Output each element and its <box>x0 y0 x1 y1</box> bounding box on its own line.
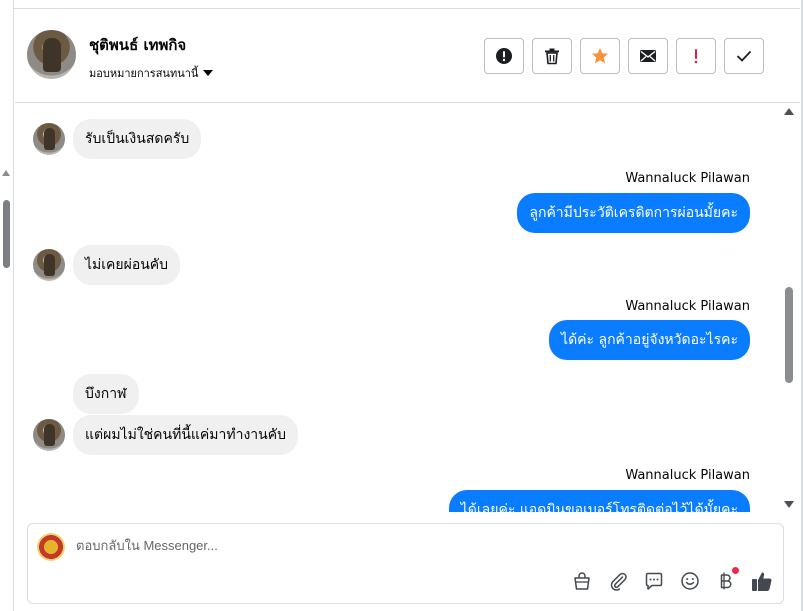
shopping-bag-icon[interactable] <box>571 570 593 592</box>
outgoing-message: ได้เลยค่ะ แอดมินขอเบอร์โทรติดต่อไว้ได้มั… <box>448 490 750 512</box>
message-bubble[interactable]: รับเป็นเงินสดครับ <box>73 119 202 159</box>
composer-toolbar <box>571 567 773 592</box>
paperclip-icon[interactable] <box>607 570 629 592</box>
message-bubble[interactable]: ลูกค้ามีประวัติเครดิตการผ่อนมั้ยคะ <box>517 193 750 233</box>
contact-avatar[interactable] <box>33 419 65 451</box>
notification-dot <box>732 567 739 574</box>
checkmark-icon <box>736 50 752 62</box>
mark-done-button[interactable] <box>724 38 764 74</box>
conversation-header: ชุติพนธ์ เทพกิจ มอบหมายการสนทนานี้ <box>15 9 800 103</box>
caret-down-icon <box>203 70 214 76</box>
incoming-message: รับเป็นเงินสดครับ <box>33 119 202 159</box>
assign-label: มอบหมายการสนทนานี้ <box>89 67 199 80</box>
page-avatar <box>37 533 65 561</box>
trash-icon <box>545 48 559 65</box>
contact-name[interactable]: ชุติพนธ์ เทพกิจ <box>89 33 186 57</box>
chat-scroll-up-arrow[interactable] <box>784 108 794 115</box>
chat-scroll-down-arrow[interactable] <box>784 501 794 508</box>
delete-button[interactable] <box>532 38 572 74</box>
star-icon <box>592 48 608 64</box>
message-bubble[interactable]: ได้เลยค่ะ แอดมินขอเบอร์โทรติดต่อไว้ได้มั… <box>448 490 750 512</box>
message-thread[interactable]: รับเป็นเงินสดครับ Wannaluck Pilawan ลูกค… <box>15 104 783 512</box>
assign-conversation-dropdown[interactable]: มอบหมายการสนทนานี้ <box>89 64 214 82</box>
message-bubble[interactable]: ได้ค่ะ ลูกค้าอยู่จังหวัดอะไรคะ <box>549 320 750 360</box>
contact-avatar[interactable] <box>33 123 65 155</box>
baht-payment-icon[interactable] <box>715 567 739 592</box>
outer-scrollbar-track[interactable] <box>0 0 14 611</box>
contact-avatar[interactable] <box>27 30 76 79</box>
thumbs-up-icon[interactable] <box>751 570 773 592</box>
incoming-message: ไม่เคยผ่อนคับ <box>33 245 181 285</box>
saved-reply-icon[interactable] <box>643 570 665 592</box>
mark-unread-button[interactable] <box>628 38 668 74</box>
outgoing-message: ลูกค้ามีประวัติเครดิตการผ่อนมั้ยคะ <box>517 193 750 233</box>
conversation-actions <box>484 38 764 74</box>
incoming-message: บึงกาฬ <box>33 374 139 414</box>
outgoing-message: ได้ค่ะ ลูกค้าอยู่จังหวัดอะไรคะ <box>549 320 750 360</box>
contact-avatar[interactable] <box>33 249 65 281</box>
follow-up-button[interactable] <box>676 38 716 74</box>
inbox-conversation-panel: ชุติพนธ์ เทพกิจ มอบหมายการสนทนานี้ รับเป… <box>0 0 803 611</box>
sender-name: Wannaluck Pilawan <box>625 468 750 483</box>
incoming-message: แต่ผมไม่ใช่คนที่นี้แค่มาทำงานคับ <box>33 415 298 455</box>
exclamation-icon <box>694 49 698 64</box>
message-bubble[interactable]: ไม่เคยผ่อนคับ <box>73 245 181 285</box>
message-bubble[interactable]: แต่ผมไม่ใช่คนที่นี้แค่มาทำงานคับ <box>73 415 298 455</box>
spam-button[interactable] <box>484 38 524 74</box>
outer-scrollbar-thumb[interactable] <box>3 200 10 268</box>
outer-scroll-up-arrow[interactable] <box>2 170 10 176</box>
sender-name: Wannaluck Pilawan <box>625 171 750 186</box>
emoji-icon[interactable] <box>679 570 701 592</box>
sender-name: Wannaluck Pilawan <box>625 299 750 314</box>
chat-scrollbar-thumb[interactable] <box>785 287 793 383</box>
reply-input[interactable] <box>76 538 756 553</box>
exclamation-circle-icon <box>496 48 512 64</box>
reply-composer <box>27 523 784 604</box>
message-bubble[interactable]: บึงกาฬ <box>73 374 139 414</box>
star-button[interactable] <box>580 38 620 74</box>
envelope-icon <box>640 50 656 62</box>
